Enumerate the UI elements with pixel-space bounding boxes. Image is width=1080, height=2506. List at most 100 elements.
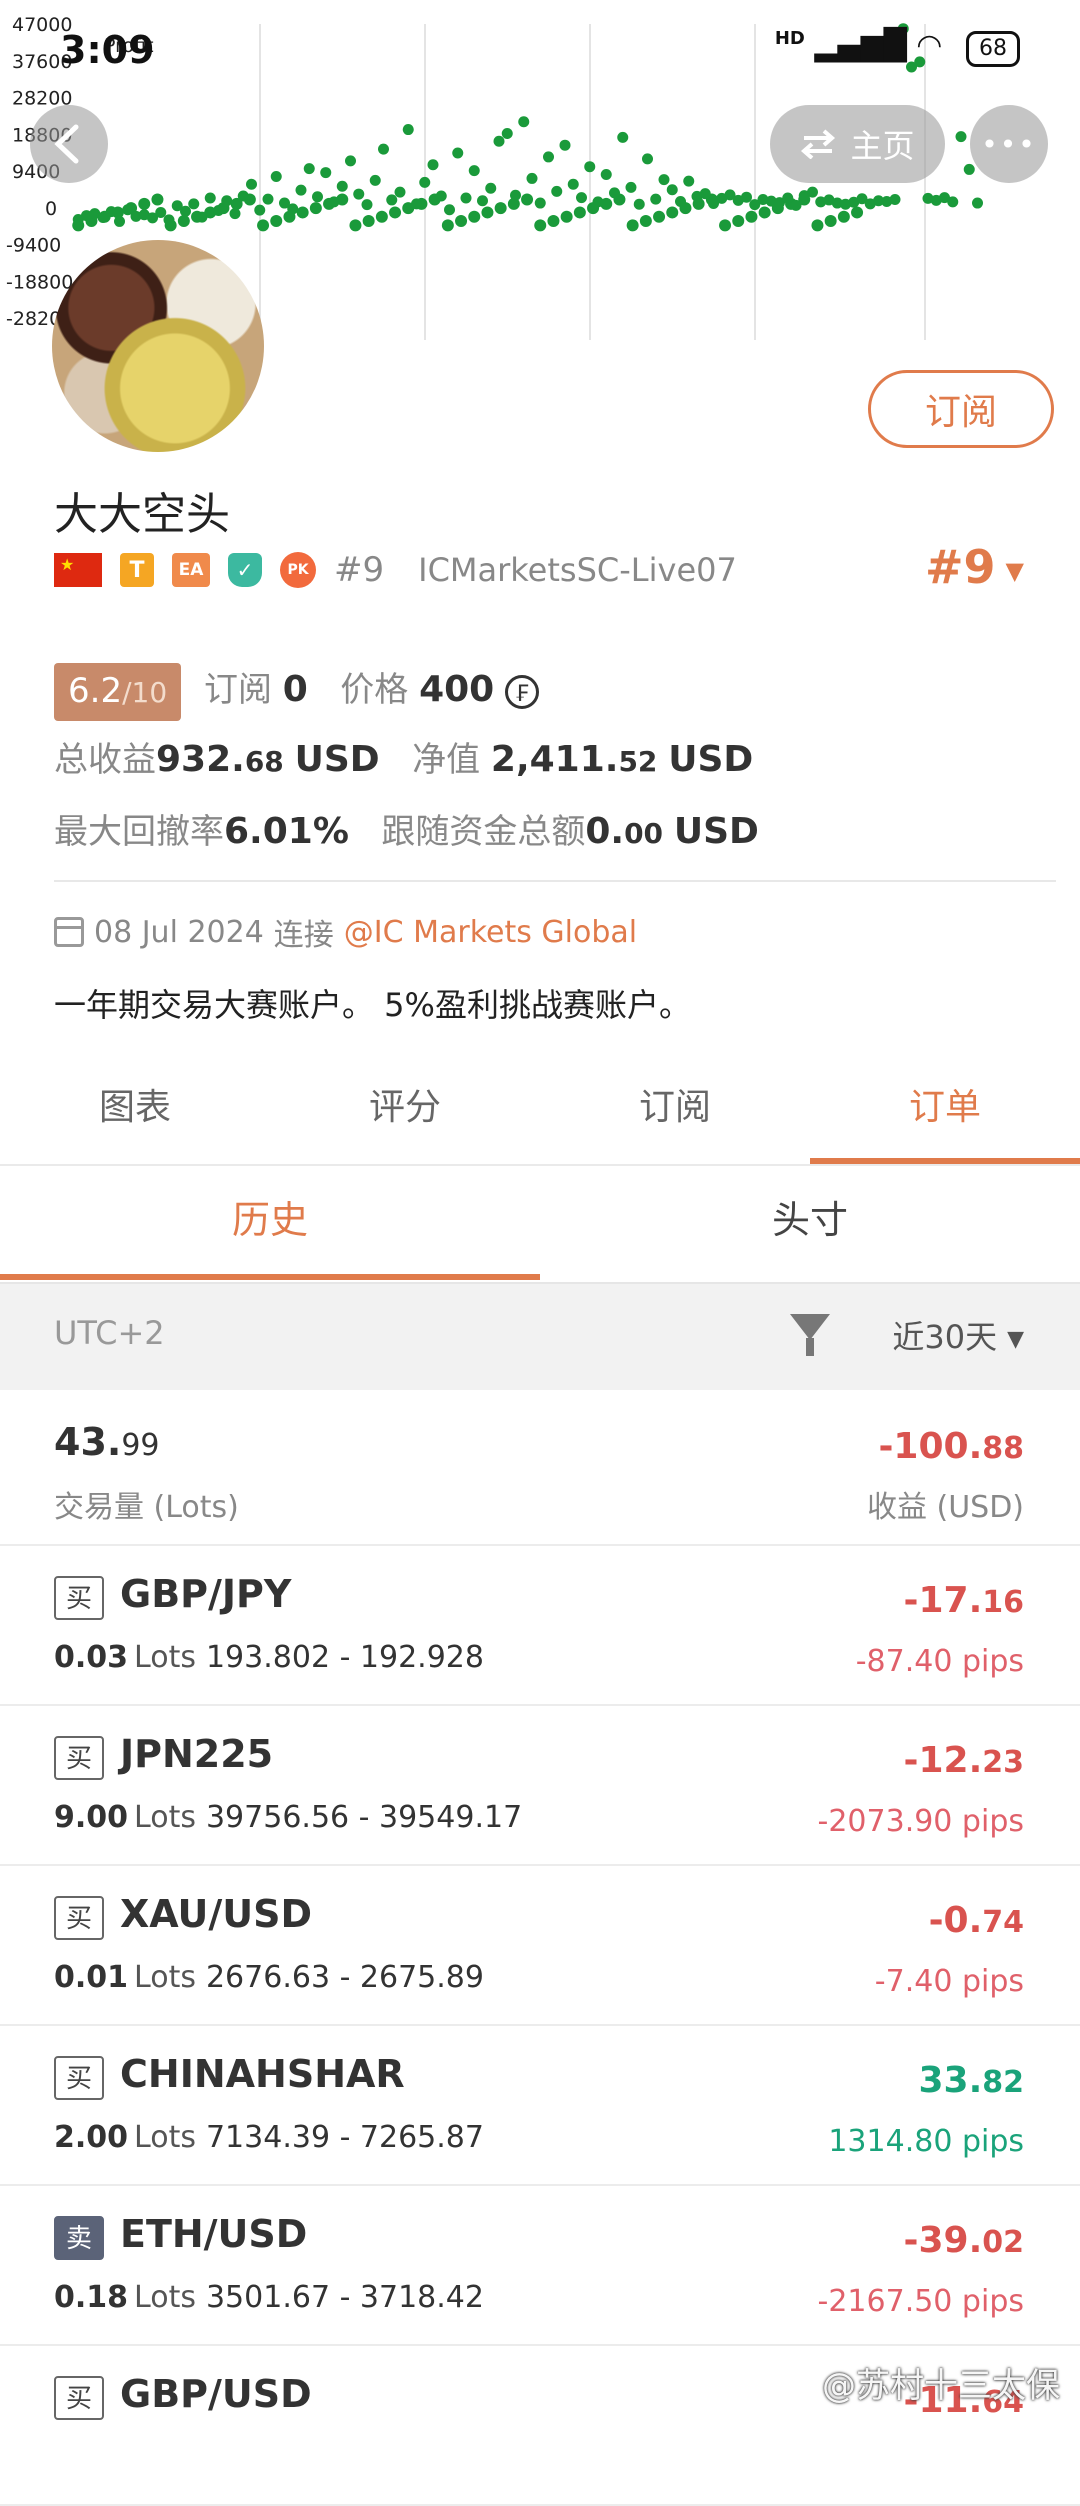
tab-chart[interactable]: 图表 <box>0 1060 270 1164</box>
rank-small: #9 <box>334 550 385 590</box>
avatar[interactable] <box>52 240 264 452</box>
scatter-point <box>477 195 488 207</box>
scatter-point <box>394 186 406 198</box>
scatter-point <box>650 193 662 205</box>
summary-profit-label: 收益 (USD) <box>866 1490 1024 1525</box>
scatter-point <box>460 192 472 204</box>
calendar-icon <box>54 917 84 947</box>
subscribe-button[interactable]: 订阅 <box>868 370 1054 448</box>
scatter-point <box>177 215 190 228</box>
drawdown-label: 最大回撤率 <box>54 812 224 852</box>
status-time: 3:09 <box>60 28 155 72</box>
filter-icon[interactable] <box>790 1314 830 1356</box>
back-button[interactable] <box>30 105 108 183</box>
scatter-point <box>658 174 670 186</box>
scatter-point <box>237 190 249 202</box>
scatter-point <box>547 215 560 228</box>
tab-subscribe[interactable]: 订阅 <box>540 1060 810 1164</box>
scatter-point <box>345 155 356 167</box>
scatter-point <box>653 210 666 223</box>
scatter-point <box>526 172 538 184</box>
order-row[interactable]: 买 JPN225 9.00 Lots 39756.56 - 39549.17 -12… <box>0 1706 1080 1866</box>
sub-tabs: 历史 头寸 <box>0 1166 1080 1280</box>
wifi-icon: ◠ <box>916 28 943 63</box>
order-pips: -87.40 pips <box>855 1644 1024 1679</box>
scatter-point <box>501 127 513 139</box>
scatter-point <box>633 198 645 210</box>
stats-row-2: 总收益932.68 USD 净值 2,411.52 USD <box>54 725 759 797</box>
order-profit-dec: 74 <box>982 1905 1024 1940</box>
tab-rating[interactable]: 评分 <box>270 1060 540 1164</box>
rank-dropdown[interactable]: #9 ▼ <box>925 540 1024 594</box>
tab-positions[interactable]: 头寸 <box>540 1166 1080 1280</box>
hd-signal-icon: HD <box>774 28 805 49</box>
y-tick-label: -9400 <box>6 235 61 257</box>
order-pips: -2073.90 pips <box>817 1804 1024 1839</box>
scatter-point <box>719 219 732 232</box>
scatter-point <box>534 197 546 209</box>
order-lots: 9.00 <box>54 1800 129 1835</box>
broker-link[interactable]: @IC Markets Global <box>344 915 637 950</box>
scatter-point <box>732 215 745 228</box>
total-profit-dec: 68 <box>244 745 284 778</box>
period-dropdown[interactable]: 近30天 ▼ <box>892 1312 1024 1358</box>
order-profit: -0.74 <box>929 1900 1024 1941</box>
scatter-point <box>262 193 274 205</box>
follow-int: 0. <box>585 811 625 852</box>
scatter-point <box>353 188 365 200</box>
tab-history[interactable]: 历史 <box>0 1166 540 1280</box>
scatter-point <box>758 206 771 219</box>
order-profit-int: -39. <box>903 2220 983 2261</box>
scatter-point <box>411 198 422 210</box>
scatter-point <box>560 210 573 223</box>
summary-lots-dec: 99 <box>121 1428 160 1463</box>
scatter-point <box>617 131 629 143</box>
order-lots: 2.00 <box>54 2120 129 2155</box>
score-denom: /10 <box>122 675 168 709</box>
home-button[interactable]: 主页 <box>770 105 945 183</box>
order-row[interactable]: 买 GBP/JPY 0.03 Lots 193.802 - 192.928 -17.… <box>0 1546 1080 1706</box>
order-profit: -12.23 <box>904 1740 1024 1781</box>
stats-row-1: 6.2/10 订阅 0 价格 400 ₣ <box>54 655 759 725</box>
scatter-point <box>518 116 530 128</box>
scatter-point <box>452 147 464 159</box>
scatter-point <box>790 199 802 211</box>
scatter-point <box>567 178 579 190</box>
side-badge: 买 <box>54 2376 104 2420</box>
scatter-point <box>369 174 381 186</box>
scatter-point <box>807 186 818 198</box>
badge-ea-icon: EA <box>172 553 210 587</box>
order-lots: 0.01 <box>54 1960 129 1995</box>
total-profit-label: 总收益 <box>54 740 156 780</box>
order-row[interactable]: 买 CHINAHSHAR 2.00 Lots 7134.39 - 7265.87 3… <box>0 2026 1080 2186</box>
order-profit-int: -17. <box>903 1580 983 1621</box>
scatter-point <box>811 219 824 232</box>
order-row[interactable]: 卖 ETH/USD 0.18 Lots 3501.67 - 3718.42 -39.… <box>0 2186 1080 2346</box>
more-dots-icon: ••• <box>981 127 1037 161</box>
y-tick-label: 0 <box>45 198 57 220</box>
scatter-point <box>642 153 653 165</box>
order-profit-int: 33. <box>918 2060 983 2101</box>
equity-int: 2,411. <box>490 739 619 780</box>
follow-dec: 00 <box>624 817 664 850</box>
tab-orders[interactable]: 订单 <box>810 1060 1080 1164</box>
more-button[interactable]: ••• <box>970 105 1048 183</box>
scatter-point <box>114 215 125 227</box>
scatter-point <box>626 219 639 232</box>
broker-server: ICMarketsSC-Live07 <box>418 551 737 589</box>
scatter-point <box>521 193 534 206</box>
scatter-point <box>389 206 402 219</box>
scatter-point <box>246 178 257 190</box>
scatter-point <box>625 181 637 193</box>
battery-icon: 68 <box>966 31 1020 67</box>
order-row[interactable]: 买 XAU/USD 0.01 Lots 2676.63 - 2675.89 -0.7… <box>0 1866 1080 2026</box>
scatter-point <box>851 206 864 219</box>
scatter-point <box>889 194 901 206</box>
scatter-point <box>494 202 507 215</box>
order-lots: 0.03 <box>54 1640 129 1675</box>
subs-value: 0 <box>282 669 308 710</box>
status-icons: HD ▂▄▆█ ◠ 68 <box>775 28 1020 67</box>
y-tick-label: -18800 <box>6 271 73 293</box>
scatter-point <box>402 124 414 136</box>
scatter-point <box>138 197 151 210</box>
